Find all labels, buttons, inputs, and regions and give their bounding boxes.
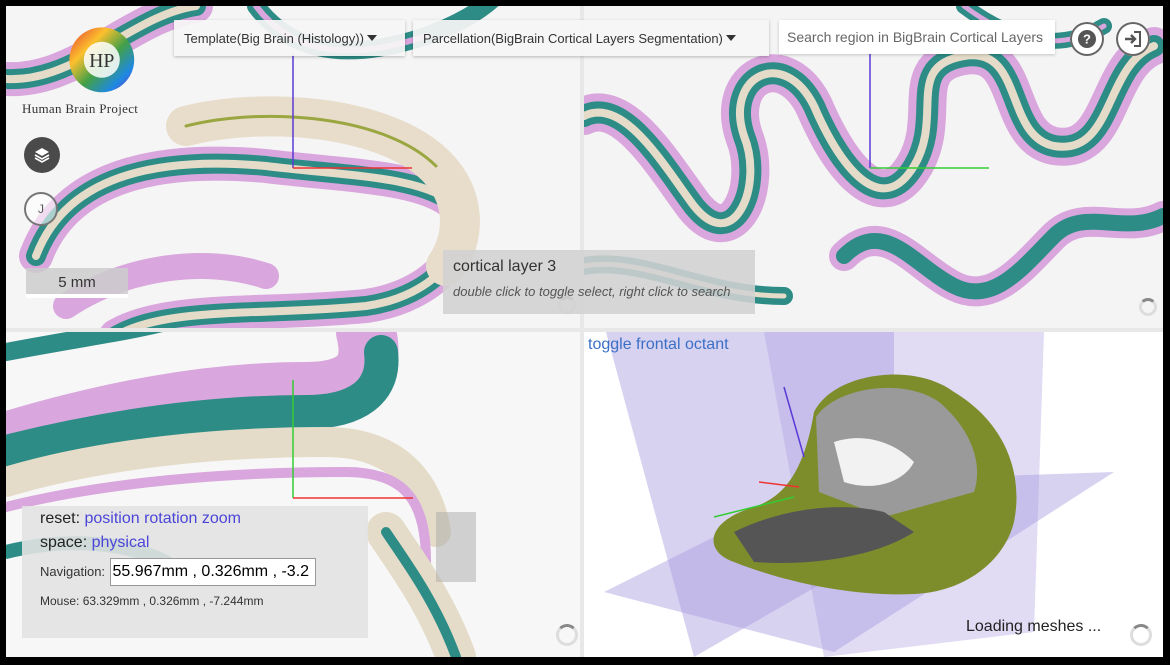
layers-icon xyxy=(34,148,50,163)
reset-label: reset: xyxy=(40,510,81,527)
loading-meshes-status: Loading meshes ... xyxy=(966,618,1102,635)
navigation-input[interactable] xyxy=(109,558,316,586)
space-toggle[interactable]: physical xyxy=(92,534,150,551)
help-button[interactable]: ? xyxy=(1070,22,1104,56)
tooltip-hint: double click to toggle select, right cli… xyxy=(453,284,731,299)
reset-links[interactable]: position rotation zoom xyxy=(84,510,241,527)
help-icon: ? xyxy=(1078,30,1096,48)
caret-down-icon xyxy=(366,35,377,41)
login-button[interactable] xyxy=(1116,22,1150,56)
space-label: space: xyxy=(40,534,88,551)
parcellation-value: (BigBrain Cortical Layers Segmentation) xyxy=(490,30,723,46)
loading-spinner xyxy=(556,624,578,646)
mouse-value: 63.329mm , 0.326mm , -7.244mm xyxy=(82,594,264,608)
navigation-panel: reset: position rotation zoom space: phy… xyxy=(22,506,368,638)
logo-initials: HP xyxy=(89,50,114,72)
mouse-label: Mouse: xyxy=(40,594,80,608)
space-row: space: physical xyxy=(40,534,350,552)
region-search-input[interactable] xyxy=(779,20,1055,54)
template-value: (Big Brain (Histology)) xyxy=(236,30,364,46)
scale-bar-label: 5 mm xyxy=(58,274,96,291)
hbp-logo: HP xyxy=(69,27,135,93)
viewer-frame: HP Human Brain Project Template (Big Brai… xyxy=(6,6,1163,657)
navigation-row: Navigation: xyxy=(40,558,350,586)
mouse-row: Mouse: 63.329mm , 0.326mm , -7.244mm xyxy=(40,594,350,608)
user-avatar-button[interactable]: J xyxy=(24,192,58,226)
template-dropdown[interactable]: Template (Big Brain (Histology)) xyxy=(174,20,405,56)
3d-brain-render xyxy=(604,332,1114,657)
3d-view-pane[interactable] xyxy=(584,332,1163,657)
pane-divider-horizontal xyxy=(6,328,1163,332)
caret-down-icon xyxy=(725,35,736,41)
parcellation-dropdown[interactable]: Parcellation (BigBrain Cortical Layers Se… xyxy=(413,20,769,56)
loading-spinner xyxy=(1139,298,1157,316)
layers-button[interactable] xyxy=(24,137,60,173)
scale-bar: 5 mm xyxy=(26,268,128,298)
navigation-label: Navigation: xyxy=(40,564,106,580)
toggle-frontal-octant-link[interactable]: toggle frontal octant xyxy=(588,336,729,354)
template-label: Template xyxy=(184,30,237,46)
region-hover-tooltip: cortical layer 3 double click to toggle … xyxy=(443,250,755,314)
parcellation-label: Parcellation xyxy=(423,30,491,46)
loading-spinner xyxy=(1130,624,1152,646)
reset-row: reset: position rotation zoom xyxy=(40,510,350,528)
tooltip-region-name: cortical layer 3 xyxy=(453,258,557,275)
svg-text:?: ? xyxy=(1083,32,1091,47)
scale-bar-line xyxy=(26,294,128,298)
logo-text: Human Brain Project xyxy=(22,101,139,116)
sign-in-icon xyxy=(1125,31,1141,47)
